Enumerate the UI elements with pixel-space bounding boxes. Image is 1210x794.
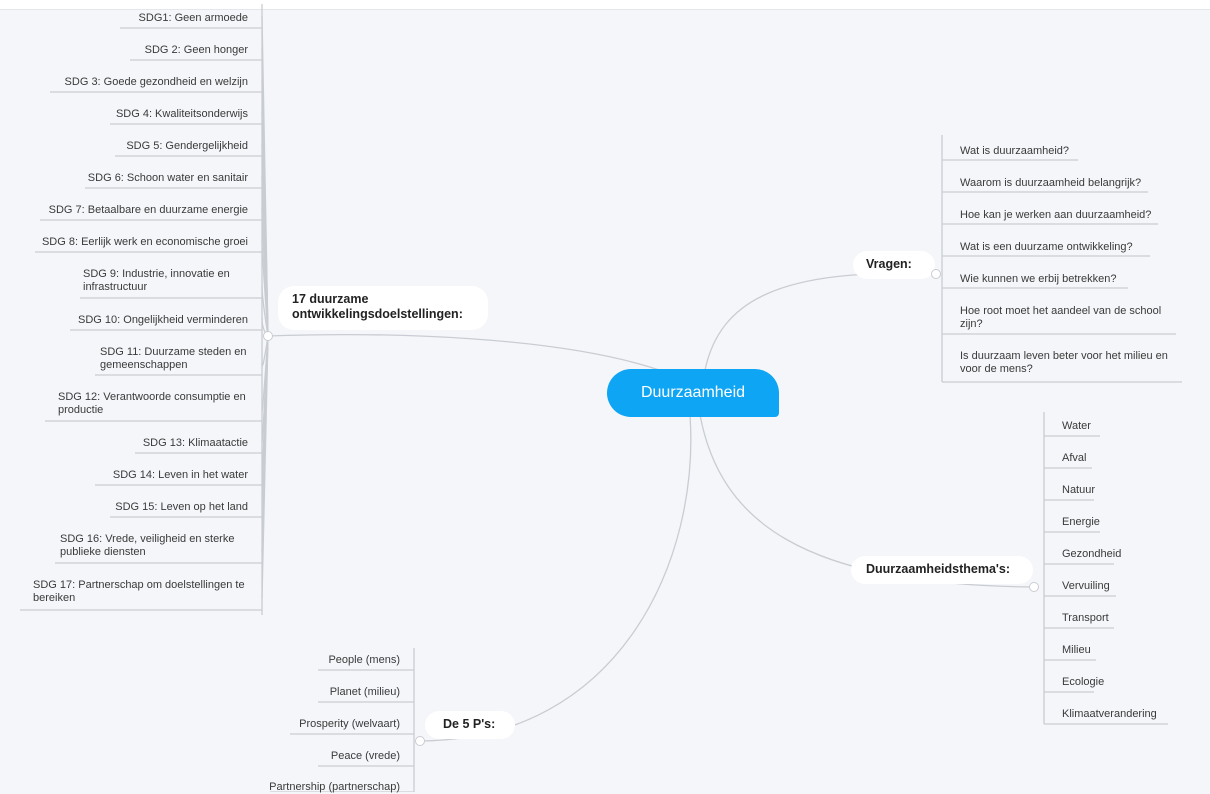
p-item[interactable]: Partnership (partnerschap) (200, 781, 400, 794)
sdg-item[interactable]: SDG 11: Duurzame steden en gemeenschappe… (100, 346, 250, 372)
thema-item[interactable]: Gezondheid (1062, 548, 1121, 561)
p-item[interactable]: People (mens) (200, 654, 400, 667)
sdg-item[interactable]: SDG 17: Partnerschap om doelstellingen t… (33, 579, 253, 605)
themas-branch-title: Duurzaamheidsthema's: (866, 562, 1010, 576)
sdg-branch-node[interactable]: 17 duurzame ontwikkelingsdoelstellingen: (278, 286, 488, 330)
ps-branch-node[interactable]: De 5 P's: (425, 711, 515, 739)
vragen-item[interactable]: Waarom is duurzaamheid belangrijk? (960, 177, 1141, 190)
sdg-item[interactable]: SDG 3: Goede gezondheid en welzijn (0, 76, 248, 89)
central-topic[interactable]: Duurzaamheid (607, 369, 779, 417)
vragen-branch-node[interactable]: Vragen: (853, 251, 935, 279)
thema-item[interactable]: Afval (1062, 452, 1086, 465)
vragen-branch-title: Vragen: (866, 257, 912, 271)
sdg-item[interactable]: SDG 8: Eerlijk werk en economische groei (0, 236, 248, 249)
p-item[interactable]: Prosperity (welvaart) (200, 718, 400, 731)
branch-line-ps (419, 414, 692, 742)
sdg-collapse-dot[interactable] (263, 331, 273, 341)
sdg-item[interactable]: SDG 10: Ongelijkheid verminderen (0, 314, 248, 327)
themas-branch-node[interactable]: Duurzaamheidsthema's: (851, 556, 1033, 584)
vragen-item[interactable]: Wie kunnen we erbij betrekken? (960, 273, 1117, 286)
vragen-item[interactable]: Wat is duurzaamheid? (960, 145, 1069, 158)
sdg-item[interactable]: SDG 16: Vrede, veiligheid en sterke publ… (60, 533, 250, 559)
sdg-item[interactable]: SDG 12: Verantwoorde consumptie en produ… (58, 391, 253, 417)
branch-line-vragen (704, 272, 937, 371)
thema-item[interactable]: Vervuiling (1062, 580, 1110, 593)
sdg-item[interactable]: SDG 4: Kwaliteitsonderwijs (0, 108, 248, 121)
thema-item[interactable]: Klimaatverandering (1062, 708, 1157, 721)
vragen-collapse-dot[interactable] (931, 269, 941, 279)
thema-item[interactable]: Ecologie (1062, 676, 1104, 689)
vragen-item[interactable]: Hoe kan je werken aan duurzaamheid? (960, 209, 1151, 222)
vragen-item[interactable]: Is duurzaam leven beter voor het milieu … (960, 350, 1178, 376)
sdg-item[interactable]: SDG1: Geen armoede (0, 12, 248, 25)
sdg-item[interactable]: SDG 5: Gendergelijkheid (0, 140, 248, 153)
thema-item[interactable]: Transport (1062, 612, 1109, 625)
thema-item[interactable]: Milieu (1062, 644, 1091, 657)
sdg-item[interactable]: SDG 14: Leven in het water (0, 469, 248, 482)
thema-item[interactable]: Water (1062, 420, 1091, 433)
branch-line-sdg (267, 334, 666, 373)
sdg-item[interactable]: SDG 2: Geen honger (0, 44, 248, 57)
sdg-item[interactable]: SDG 6: Schoon water en sanitair (0, 172, 248, 185)
sdg-item[interactable]: SDG 15: Leven op het land (0, 501, 248, 514)
thema-item[interactable]: Energie (1062, 516, 1100, 529)
p-item[interactable]: Planet (milieu) (200, 686, 400, 699)
sdg-branch-title: 17 duurzame ontwikkelingsdoelstellingen: (292, 292, 463, 321)
ps-branch-title: De 5 P's: (443, 717, 496, 731)
thema-item[interactable]: Natuur (1062, 484, 1095, 497)
sdg-item[interactable]: SDG 13: Klimaatactie (0, 437, 248, 450)
themas-collapse-dot[interactable] (1029, 582, 1039, 592)
p-item[interactable]: Peace (vrede) (200, 750, 400, 763)
sdg-item[interactable]: SDG 9: Industrie, innovatie en infrastru… (83, 268, 253, 294)
ps-collapse-dot[interactable] (415, 736, 425, 746)
vragen-item[interactable]: Hoe root moet het aandeel van de school … (960, 305, 1178, 331)
sdg-item[interactable]: SDG 7: Betaalbare en duurzame energie (0, 204, 248, 217)
vragen-item[interactable]: Wat is een duurzame ontwikkeling? (960, 241, 1133, 254)
